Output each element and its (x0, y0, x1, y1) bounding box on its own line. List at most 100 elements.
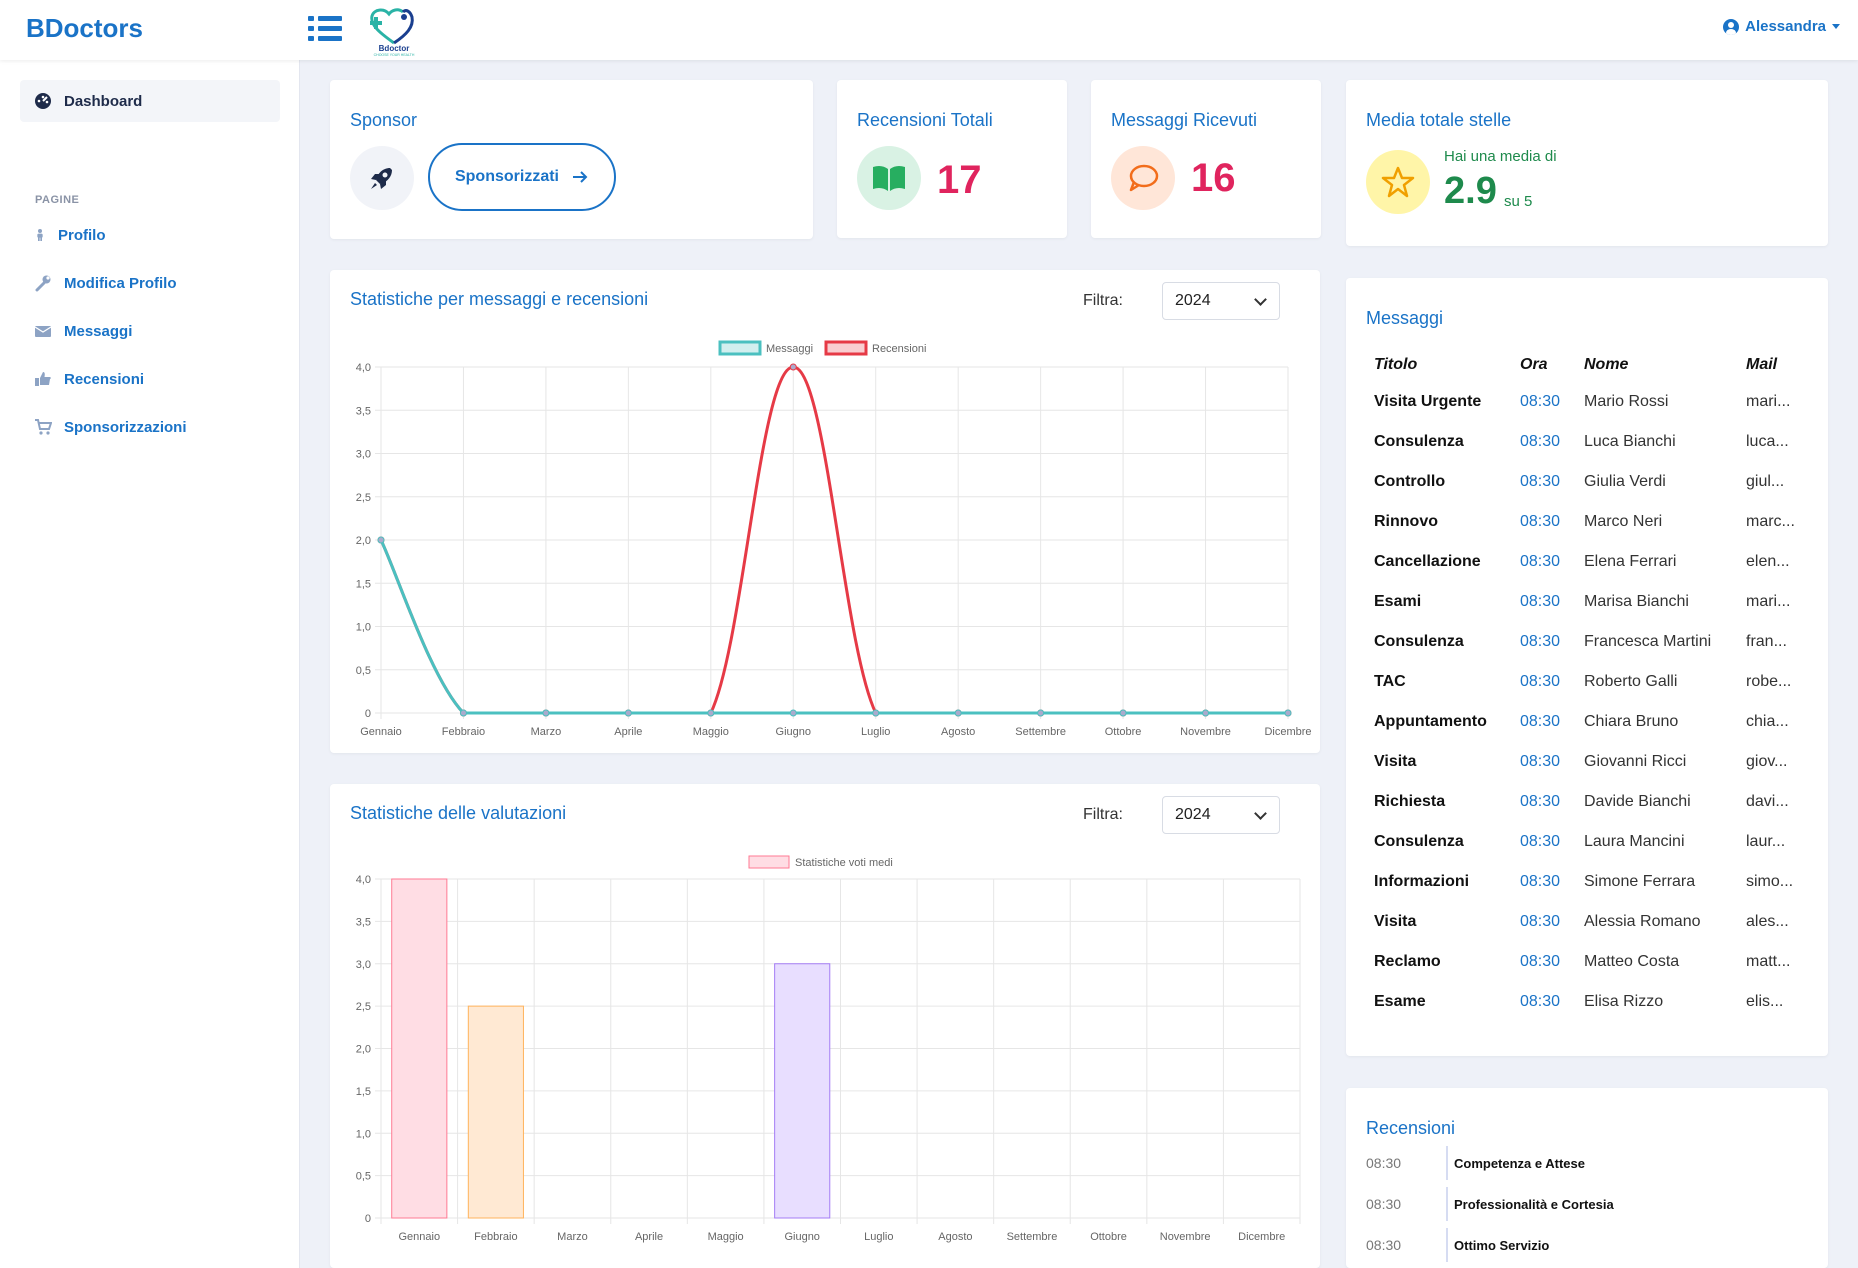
sidebar-item-label: Modifica Profilo (64, 274, 177, 292)
message-title: Informazioni (1374, 873, 1470, 890)
review-item[interactable]: 08:30 Ottimo Servizio (1366, 1228, 1549, 1262)
recensioni-totali-card: Recensioni Totali 17 (837, 80, 1067, 238)
sidebar-item-sponsorizzazioni[interactable]: Sponsorizzazioni (20, 406, 280, 448)
data-point (542, 709, 550, 717)
x-tick-label: Ottobre (1090, 1231, 1127, 1243)
message-name: Laura Mancini (1584, 833, 1685, 850)
table-row[interactable]: Informazioni 08:30 Simone Ferrara simo... (1374, 862, 1814, 902)
table-row[interactable]: Esami 08:30 Marisa Bianchi mari... (1374, 582, 1814, 622)
bar (774, 963, 831, 1219)
table-row[interactable]: Cancellazione 08:30 Elena Ferrari elen... (1374, 542, 1814, 582)
review-item[interactable]: 08:30 Competenza e Attese (1366, 1146, 1585, 1180)
table-row[interactable]: Controllo 08:30 Giulia Verdi giul... (1374, 462, 1814, 502)
sidebar-item-dashboard[interactable]: Dashboard (20, 80, 280, 122)
data-point (954, 709, 962, 717)
message-time: 08:30 (1520, 753, 1561, 770)
top-navbar: BDoctors Bdoctor CHOOSE YOUR HEALTH Ales… (0, 0, 1858, 60)
message-title: Consulenza (1374, 833, 1464, 850)
timeline-line (1446, 1146, 1448, 1180)
message-name: Davide Bianchi (1584, 793, 1691, 810)
message-name: Chiara Bruno (1584, 713, 1679, 730)
table-row[interactable]: Visita 08:30 Giovanni Ricci giov... (1374, 742, 1814, 782)
sidebar-item-label: Messaggi (64, 322, 133, 340)
legend-swatch (748, 855, 790, 869)
x-tick-label: Gennaio (398, 1231, 440, 1243)
message-mail: ales... (1746, 913, 1789, 930)
message-mail: giul... (1746, 473, 1785, 490)
message-time: 08:30 (1520, 433, 1561, 450)
table-row[interactable]: Rinnovo 08:30 Marco Neri marc... (1374, 502, 1814, 542)
y-tick-label: 2,5 (356, 1001, 371, 1013)
brand-logo-text[interactable]: BDoctors (26, 13, 143, 44)
message-mail: matt... (1746, 953, 1791, 970)
person-icon (37, 229, 43, 241)
stars-caption: Hai una media di (1444, 148, 1557, 165)
review-subject: Competenza e Attese (1454, 1155, 1585, 1171)
y-tick-label: 1,0 (356, 622, 371, 634)
message-title: Richiesta (1374, 793, 1446, 810)
table-row[interactable]: Reclamo 08:30 Matteo Costa matt... (1374, 942, 1814, 982)
sidebar-item-modifica-profilo[interactable]: Modifica Profilo (20, 262, 280, 304)
legend-swatch (824, 340, 868, 356)
table-row[interactable]: Visita 08:30 Alessia Romano ales... (1374, 902, 1814, 942)
wrench-icon (35, 275, 51, 292)
y-tick-label: 3,0 (356, 449, 371, 461)
table-row[interactable]: Consulenza 08:30 Francesca Martini fran... (1374, 622, 1814, 662)
x-tick-label: Novembre (1180, 726, 1231, 738)
data-point (1119, 709, 1127, 717)
table-row[interactable]: Appuntamento 08:30 Chiara Bruno chia... (1374, 702, 1814, 742)
x-tick-label: Luglio (861, 726, 890, 738)
card-title: Messaggi (1366, 308, 1444, 328)
sponsorizzati-button[interactable]: Sponsorizzati (428, 143, 616, 211)
logo-text: Bdoctor (379, 44, 410, 53)
review-item[interactable]: 08:30 Professionalità e Cortesia (1366, 1187, 1614, 1221)
card-title: Sponsor (350, 110, 418, 130)
table-row[interactable]: Consulenza 08:30 Laura Mancini laur... (1374, 822, 1814, 862)
x-tick-label: Febbraio (474, 1231, 517, 1243)
message-name: Matteo Costa (1584, 953, 1680, 970)
y-tick-label: 1,5 (356, 578, 371, 590)
legend-swatch (718, 340, 762, 356)
message-title: Reclamo (1374, 953, 1441, 970)
list-menu-icon[interactable] (308, 14, 344, 44)
table-row[interactable]: Consulenza 08:30 Luca Bianchi luca... (1374, 422, 1814, 462)
message-title: Appuntamento (1374, 713, 1487, 730)
table-row[interactable]: Richiesta 08:30 Davide Bianchi davi... (1374, 782, 1814, 822)
x-tick-label: Giugno (776, 726, 811, 738)
sidebar: Dashboard PAGINE Profilo Modifica Profil… (0, 60, 300, 1268)
review-time: 08:30 (1366, 1237, 1402, 1253)
thumbs-up-icon (35, 372, 51, 386)
sidebar-item-profilo[interactable]: Profilo (20, 214, 280, 256)
x-tick-label: Marzo (531, 726, 562, 738)
message-name: Giovanni Ricci (1584, 753, 1687, 770)
message-mail: giov... (1746, 753, 1788, 770)
y-tick-label: 2,0 (356, 1044, 371, 1056)
table-row[interactable]: Visita Urgente 08:30 Mario Rossi mari... (1374, 382, 1814, 422)
x-tick-label: Maggio (693, 726, 729, 738)
data-point (1284, 709, 1292, 717)
user-name: Alessandra (1745, 18, 1826, 35)
table-row[interactable]: Esame 08:30 Elisa Rizzo elis... (1374, 982, 1814, 1022)
x-tick-label: Settembre (1015, 726, 1066, 738)
legend-label: Statistiche voti medi (795, 857, 893, 869)
recensioni-count: 17 (937, 158, 982, 202)
message-mail: simo... (1746, 873, 1794, 890)
x-tick-label: Agosto (941, 726, 975, 738)
review-time: 08:30 (1366, 1155, 1402, 1171)
bar-chart: 0 0,5 1,0 1,5 2,0 2,5 3,0 3,5 4,0 Gennaio Febbraio… (356, 855, 1301, 1243)
data-point (377, 536, 385, 544)
x-tick-label: Aprile (614, 726, 642, 738)
table-row[interactable]: TAC 08:30 Roberto Galli robe... (1374, 662, 1814, 702)
line-chart: 0 0,5 1,0 1,5 2,0 2,5 3,0 3,5 4,0 Gennaio Febbraio… (356, 340, 1312, 738)
sidebar-item-recensioni[interactable]: Recensioni (20, 358, 280, 400)
media-stelle-card: Media totale stelle Hai una media di 2.9… (1346, 80, 1828, 246)
sidebar-item-messaggi[interactable]: Messaggi (20, 310, 280, 352)
message-time: 08:30 (1520, 913, 1561, 930)
message-time: 08:30 (1520, 593, 1561, 610)
message-name: Marco Neri (1584, 513, 1663, 530)
user-menu[interactable]: Alessandra (1723, 18, 1840, 35)
message-title: Esame (1374, 993, 1426, 1010)
message-time: 08:30 (1520, 473, 1561, 490)
message-title: Consulenza (1374, 633, 1464, 650)
message-time: 08:30 (1520, 993, 1561, 1010)
